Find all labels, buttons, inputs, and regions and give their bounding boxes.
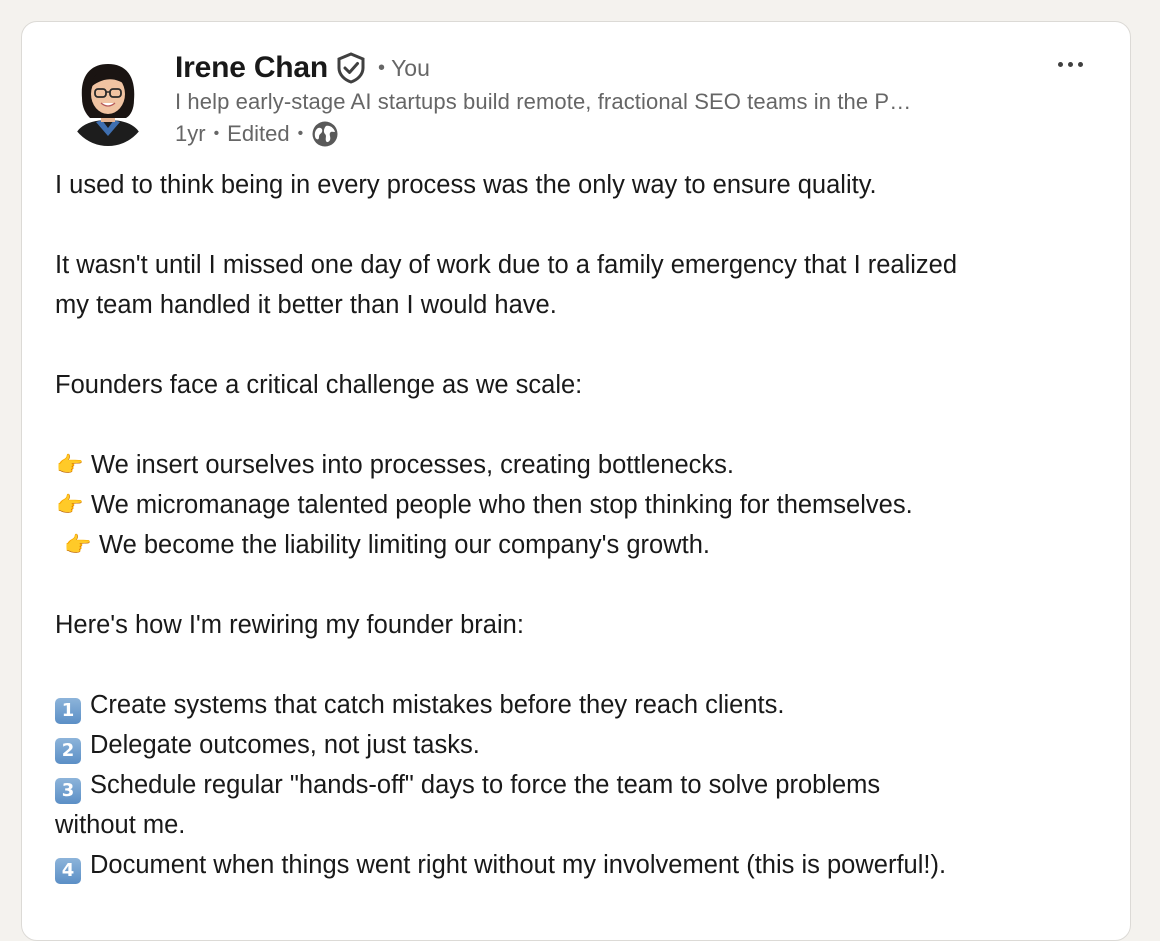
pointing-hand-icon: 👉 [56,452,84,477]
author-relation: You [391,54,430,81]
pointing-hand-icon: 👉 [56,492,84,517]
post-line: Founders face a critical challenge as we… [55,371,583,399]
numbered-text: Document when things went right without … [90,851,947,879]
bullet-text: We micromanage talented people who then … [91,491,913,519]
separator-dot: • [297,125,304,142]
avatar-photo [68,56,148,146]
edited-label: Edited [227,121,290,146]
numbered-text: Create systems that catch mistakes befor… [90,691,785,719]
numbered-item: 1 Create systems that catch mistakes befo… [55,685,1105,725]
keycap-four-icon: 4 [55,858,81,884]
more-options-icon[interactable] [1050,50,1090,78]
post-line: It wasn't until I missed one day of work… [55,251,958,279]
numbered-text: Schedule regular "hands-off" days to for… [90,771,881,799]
bullet-item: 👉 We micromanage talented people who then… [55,485,1105,525]
post-line: my team handled it better than I would h… [55,291,557,319]
numbered-item-continuation: without me. [55,811,186,839]
author-name-row: Irene Chan • You [175,50,430,86]
author-name[interactable]: Irene Chan [175,51,328,85]
post-card: Irene Chan • You I help early-stage AI s… [21,21,1131,941]
post-meta: 1yr • Edited • [175,119,339,149]
author-headline: I help early-stage AI startups build rem… [175,89,912,114]
verified-shield-icon [336,52,366,84]
post-time[interactable]: 1yr [175,121,206,147]
more-dot [1067,61,1073,67]
numbered-item: 2 Delegate outcomes, not just tasks. [55,725,1105,765]
numbered-item: 3 Schedule regular "hands-off" days to fo… [55,765,1105,805]
numbered-item: 4 Document when things went right without… [55,845,1105,885]
keycap-two-icon: 2 [55,738,81,764]
bullet-text: We become the liability limiting our com… [99,531,710,559]
globe-icon [311,120,339,148]
bullet-text: We insert ourselves into processes, crea… [91,451,735,479]
separator-dot: • [213,125,220,142]
more-dot [1077,61,1083,67]
bullet-item: 👉 We insert ourselves into processes, cre… [55,445,1105,485]
author-avatar[interactable] [68,56,148,146]
bullet-item: 👉 We become the liability limiting our co… [55,525,1105,565]
keycap-one-icon: 1 [55,698,81,724]
keycap-three-icon: 3 [55,778,81,804]
more-dot [1057,61,1063,67]
pointing-hand-icon: 👉 [64,532,92,557]
separator-dot: • [378,56,386,79]
post-line: I used to think being in every process w… [55,171,877,199]
post-line: Here's how I'm rewiring my founder brain… [55,611,524,639]
numbered-text: Delegate outcomes, not just tasks. [90,731,480,759]
post-body: I used to think being in every process w… [55,165,1105,885]
